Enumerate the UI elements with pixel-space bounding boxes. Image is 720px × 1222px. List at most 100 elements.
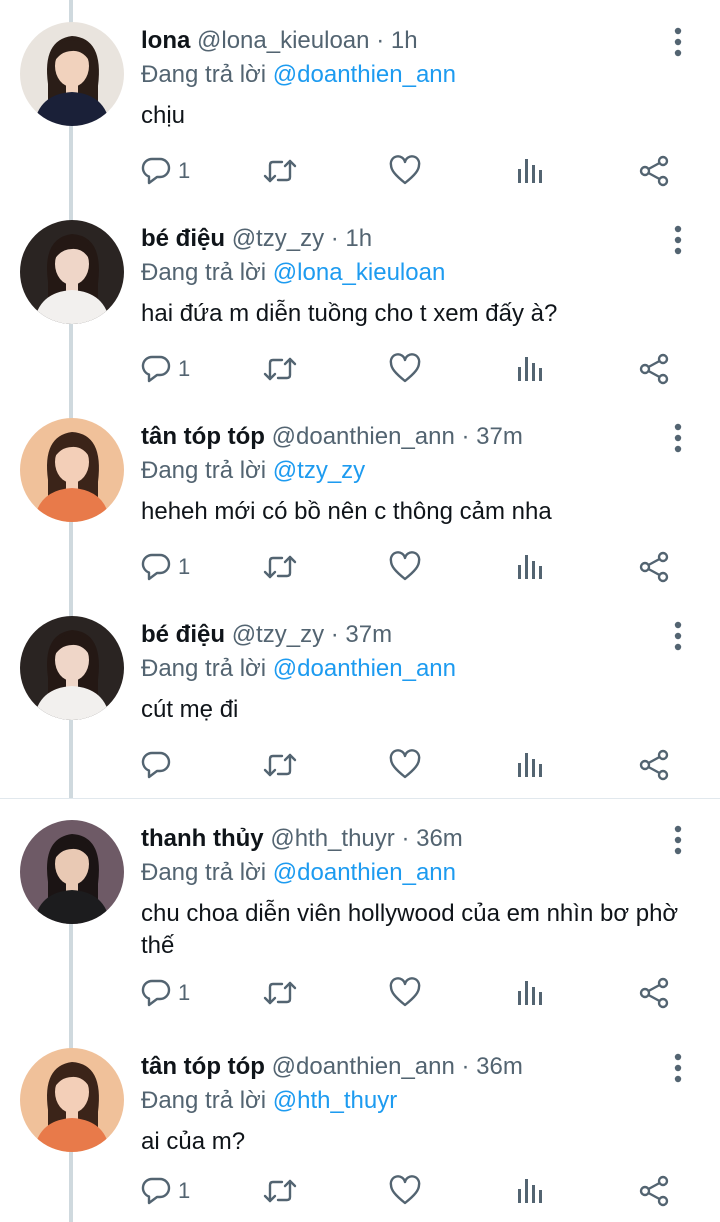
view-stats-button[interactable] (515, 547, 545, 587)
view-stats-button[interactable] (515, 973, 545, 1013)
replying-to: Đang trả lời @hth_thuyr (141, 1086, 397, 1116)
retweet-icon (262, 749, 298, 781)
avatar[interactable] (20, 1048, 124, 1152)
share-button[interactable] (638, 349, 670, 389)
timestamp[interactable]: 1h (391, 27, 418, 54)
replying-to-label: Đang trả lời (141, 259, 267, 286)
share-button[interactable] (638, 151, 670, 191)
tweet-header: tân tóp tóp @doanthien_ann · 36m (141, 1052, 523, 1082)
user-handle[interactable]: @doanthien_ann (272, 1053, 455, 1080)
user-handle[interactable]: @tzy_zy (232, 225, 324, 252)
mention-link[interactable]: @doanthien_ann (273, 655, 456, 682)
like-button[interactable] (389, 151, 421, 191)
display-name[interactable]: bé điệu (141, 225, 225, 252)
display-name[interactable]: tân tóp tóp (141, 1053, 265, 1080)
heart-icon (389, 749, 421, 781)
timestamp[interactable]: 37m (345, 621, 392, 648)
action-bar: 1 (0, 1171, 720, 1211)
reply-button[interactable] (140, 745, 178, 785)
separator-dot: · (330, 621, 339, 648)
avatar[interactable] (20, 616, 124, 720)
like-button[interactable] (389, 973, 421, 1013)
view-stats-button[interactable] (515, 349, 545, 389)
share-icon (638, 551, 670, 583)
mention-link[interactable]: @hth_thuyr (273, 1087, 397, 1114)
tweet-header: thanh thủy @hth_thuyr · 36m (141, 824, 463, 854)
tweet-header: tân tóp tóp @doanthien_ann · 37m (141, 422, 523, 452)
retweet-icon (262, 353, 298, 385)
replying-to: Đang trả lời @lona_kieuloan (141, 258, 445, 288)
view-stats-button[interactable] (515, 1171, 545, 1211)
user-handle[interactable]: @doanthien_ann (272, 423, 455, 450)
more-vertical-icon[interactable] (664, 1052, 692, 1084)
more-vertical-icon[interactable] (664, 824, 692, 856)
reply-button[interactable]: 1 (140, 151, 190, 191)
retweet-icon (262, 551, 298, 583)
reply-button[interactable]: 1 (140, 547, 190, 587)
replying-to: Đang trả lời @tzy_zy (141, 456, 365, 486)
more-vertical-icon[interactable] (664, 224, 692, 256)
replying-to: Đang trả lời @doanthien_ann (141, 654, 456, 684)
replying-to-label: Đang trả lời (141, 1087, 267, 1114)
replying-to: Đang trả lời @doanthien_ann (141, 60, 456, 90)
avatar[interactable] (20, 418, 124, 522)
like-button[interactable] (389, 349, 421, 389)
retweet-button[interactable] (262, 745, 298, 785)
timestamp[interactable]: 37m (476, 423, 523, 450)
retweet-button[interactable] (262, 151, 298, 191)
display-name[interactable]: bé điệu (141, 621, 225, 648)
share-icon (638, 353, 670, 385)
replying-to-label: Đang trả lời (141, 61, 267, 88)
action-bar: 1 (0, 151, 720, 191)
replying-to-label: Đang trả lời (141, 859, 267, 886)
display-name[interactable]: thanh thủy (141, 825, 264, 852)
user-handle[interactable]: @tzy_zy (232, 621, 324, 648)
reply-button[interactable]: 1 (140, 973, 190, 1013)
mention-link[interactable]: @doanthien_ann (273, 61, 456, 88)
tweet-header: bé điệu @tzy_zy · 1h (141, 224, 372, 254)
view-stats-button[interactable] (515, 745, 545, 785)
replying-to: Đang trả lời @doanthien_ann (141, 858, 456, 888)
timestamp[interactable]: 36m (416, 825, 463, 852)
reply-button[interactable]: 1 (140, 349, 190, 389)
action-bar: 1 (0, 973, 720, 1013)
action-bar: 1 (0, 547, 720, 587)
stats-icon (515, 155, 545, 187)
avatar[interactable] (20, 820, 124, 924)
timestamp[interactable]: 1h (345, 225, 372, 252)
reply-count: 1 (178, 158, 191, 183)
more-vertical-icon[interactable] (664, 26, 692, 58)
share-button[interactable] (638, 1171, 670, 1211)
mention-link[interactable]: @doanthien_ann (273, 859, 456, 886)
mention-link[interactable]: @tzy_zy (273, 457, 365, 484)
avatar[interactable] (20, 220, 124, 324)
like-button[interactable] (389, 547, 421, 587)
heart-icon (389, 977, 421, 1009)
retweet-button[interactable] (262, 973, 298, 1013)
user-handle[interactable]: @lona_kieuloan (197, 27, 370, 54)
view-stats-button[interactable] (515, 151, 545, 191)
more-vertical-icon[interactable] (664, 620, 692, 652)
reply-button[interactable]: 1 (140, 1171, 190, 1211)
retweet-button[interactable] (262, 1171, 298, 1211)
retweet-button[interactable] (262, 349, 298, 389)
share-button[interactable] (638, 547, 670, 587)
share-button[interactable] (638, 973, 670, 1013)
more-vertical-icon[interactable] (664, 422, 692, 454)
display-name[interactable]: lona (141, 27, 190, 54)
separator-dot: · (401, 825, 410, 852)
tweet-text: heheh mới có bồ nên c thông cảm nha (141, 498, 552, 525)
timestamp[interactable]: 36m (476, 1053, 523, 1080)
separator-dot: · (461, 423, 470, 450)
user-handle[interactable]: @hth_thuyr (270, 825, 394, 852)
display-name[interactable]: tân tóp tóp (141, 423, 265, 450)
action-bar: 1 (0, 349, 720, 389)
mention-link[interactable]: @lona_kieuloan (273, 259, 446, 286)
heart-icon (389, 1175, 421, 1207)
share-button[interactable] (638, 745, 670, 785)
tweet-header: lona @lona_kieuloan · 1h (141, 26, 418, 56)
like-button[interactable] (389, 1171, 421, 1211)
avatar[interactable] (20, 22, 124, 126)
like-button[interactable] (389, 745, 421, 785)
retweet-button[interactable] (262, 547, 298, 587)
